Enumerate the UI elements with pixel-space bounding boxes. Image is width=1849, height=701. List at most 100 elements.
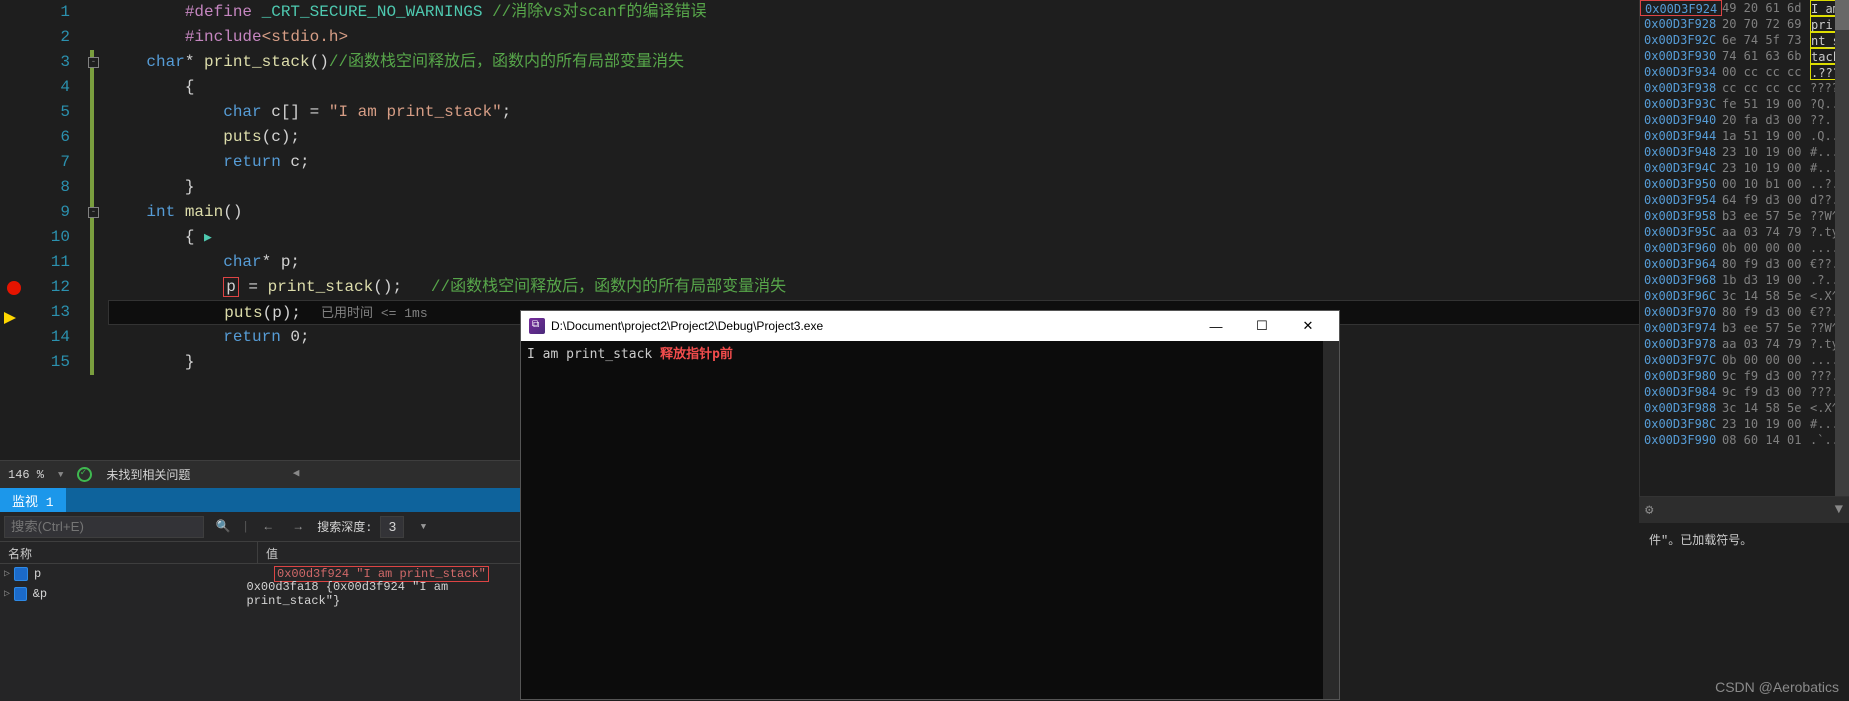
memory-row[interactable]: 0x00D3F92820 70 72 69 pri xyxy=(1640,16,1849,32)
memory-row[interactable]: 0x00D3F9600b 00 00 00.... xyxy=(1640,240,1849,256)
console-window[interactable]: D:\Document\project2\Project2\Debug\Proj… xyxy=(520,310,1340,700)
watch-tabs: 监视 1 xyxy=(0,488,520,512)
memory-row[interactable]: 0x00D3F92C6e 74 5f 73nt_s xyxy=(1640,32,1849,48)
console-titlebar[interactable]: D:\Document\project2\Project2\Debug\Proj… xyxy=(521,311,1339,341)
maximize-button[interactable]: ☐ xyxy=(1239,311,1285,341)
memory-address: 0x00D3F958 xyxy=(1640,208,1722,224)
memory-row[interactable]: 0x00D3F94C23 10 19 00#... xyxy=(1640,160,1849,176)
memory-row[interactable]: 0x00D3F958b3 ee 57 5e??W^ xyxy=(1640,208,1849,224)
memory-address: 0x00D3F960 xyxy=(1640,240,1722,256)
depth-dropdown-icon[interactable]: ▼ xyxy=(412,516,434,538)
console-scrollbar[interactable] xyxy=(1323,341,1339,699)
line-numbers: 123456789101112131415 xyxy=(28,0,88,460)
bottom-panel: 146 % ▼ 未找到相关问题 监视 1 🔍 | ← → 搜索深度: ▼ 名称 … xyxy=(0,460,520,701)
memory-address: 0x00D3F92C xyxy=(1640,32,1722,48)
memory-scroll-thumb[interactable] xyxy=(1835,0,1849,30)
panel-divider-icon[interactable]: ◀ xyxy=(286,463,306,483)
memory-row[interactable]: 0x00D3F9809c f9 d3 00???. xyxy=(1640,368,1849,384)
memory-row[interactable]: 0x00D3F95Caa 03 74 79?.ty xyxy=(1640,224,1849,240)
memory-row[interactable]: 0x00D3F93074 61 63 6btack xyxy=(1640,48,1849,64)
nav-right-icon[interactable]: → xyxy=(287,516,309,538)
memory-hex: 6e 74 5f 73 xyxy=(1722,32,1810,48)
watermark: CSDN @Aerobatics xyxy=(1715,679,1839,695)
watch-col-name[interactable]: 名称 xyxy=(0,542,258,563)
expand-icon[interactable]: ▷ xyxy=(4,568,10,580)
memory-address: 0x00D3F930 xyxy=(1640,48,1722,64)
memory-address: 0x00D3F928 xyxy=(1640,16,1722,32)
nav-left-icon[interactable]: ← xyxy=(257,516,279,538)
zoom-dropdown-icon[interactable]: ▼ xyxy=(58,470,63,480)
memory-hex: 1b d3 19 00 xyxy=(1722,272,1810,288)
output-panel: ⚙ ▼ 件"。已加载符号。 xyxy=(1639,496,1849,701)
memory-row[interactable]: 0x00D3F94020 fa d3 00 ??. xyxy=(1640,112,1849,128)
watch-toolbar: 🔍 | ← → 搜索深度: ▼ xyxy=(0,512,520,542)
expand-icon[interactable]: ▷ xyxy=(4,588,10,600)
memory-hex: cc cc cc cc xyxy=(1722,80,1810,96)
memory-row[interactable]: 0x00D3F9883c 14 58 5e<.X^ xyxy=(1640,400,1849,416)
memory-address: 0x00D3F94C xyxy=(1640,160,1722,176)
memory-row[interactable]: 0x00D3F94823 10 19 00#... xyxy=(1640,144,1849,160)
search-input[interactable] xyxy=(4,516,204,538)
memory-address: 0x00D3F95C xyxy=(1640,224,1722,240)
memory-hex: 64 f9 d3 00 xyxy=(1722,192,1810,208)
memory-hex: 9c f9 d3 00 xyxy=(1722,384,1810,400)
issues-text[interactable]: 未找到相关问题 xyxy=(106,466,190,483)
memory-hex: 23 10 19 00 xyxy=(1722,144,1810,160)
console-app-icon xyxy=(529,318,545,334)
memory-row[interactable]: 0x00D3F93Cfe 51 19 00?Q.. xyxy=(1640,96,1849,112)
watch-var-value: 0x00d3fa18 {0x00d3f924 "I am print_stack… xyxy=(247,580,516,608)
watch-tab-1[interactable]: 监视 1 xyxy=(0,488,66,512)
memory-row[interactable]: 0x00D3F96C3c 14 58 5e<.X^ xyxy=(1640,288,1849,304)
memory-hex: 23 10 19 00 xyxy=(1722,416,1810,432)
memory-row[interactable]: 0x00D3F96480 f9 d3 00€??. xyxy=(1640,256,1849,272)
memory-address: 0x00D3F978 xyxy=(1640,336,1722,352)
search-icon[interactable]: 🔍 xyxy=(212,516,234,538)
memory-row[interactable]: 0x00D3F938cc cc cc cc???? xyxy=(1640,80,1849,96)
output-toolbar: ⚙ ▼ xyxy=(1639,497,1849,523)
breakpoint-margin[interactable] xyxy=(0,0,28,460)
output-settings-icon[interactable]: ⚙ xyxy=(1645,502,1653,519)
memory-row[interactable]: 0x00D3F9849c f9 d3 00???. xyxy=(1640,384,1849,400)
memory-address: 0x00D3F984 xyxy=(1640,384,1722,400)
watch-var-name: &p xyxy=(33,587,247,601)
memory-address: 0x00D3F93C xyxy=(1640,96,1722,112)
memory-row[interactable]: 0x00D3F974b3 ee 57 5e??W^ xyxy=(1640,320,1849,336)
memory-row[interactable]: 0x00D3F978aa 03 74 79?.ty xyxy=(1640,336,1849,352)
output-text: 件"。已加载符号。 xyxy=(1639,523,1849,556)
watch-var-name: p xyxy=(34,567,274,581)
memory-hex: 74 61 63 6b xyxy=(1722,48,1810,64)
memory-address: 0x00D3F990 xyxy=(1640,432,1722,448)
memory-row[interactable]: 0x00D3F92449 20 61 6dI am xyxy=(1640,0,1849,16)
minimize-button[interactable]: — xyxy=(1193,311,1239,341)
zoom-level[interactable]: 146 % xyxy=(8,468,44,482)
memory-row[interactable]: 0x00D3F9681b d3 19 00.?.. xyxy=(1640,272,1849,288)
console-text: I am print_stack xyxy=(527,347,652,362)
console-text-highlight: 释放指针p前 xyxy=(660,347,733,362)
memory-row[interactable]: 0x00D3F9441a 51 19 00.Q.. xyxy=(1640,128,1849,144)
memory-address: 0x00D3F968 xyxy=(1640,272,1722,288)
memory-hex: 3c 14 58 5e xyxy=(1722,288,1810,304)
memory-hex: 00 cc cc cc xyxy=(1722,64,1810,80)
depth-label: 搜索深度: xyxy=(317,518,372,535)
memory-row[interactable]: 0x00D3F98C23 10 19 00#... xyxy=(1640,416,1849,432)
memory-address: 0x00D3F98C xyxy=(1640,416,1722,432)
memory-row[interactable]: 0x00D3F97C0b 00 00 00.... xyxy=(1640,352,1849,368)
memory-row[interactable]: 0x00D3F99008 60 14 01.`..` xyxy=(1640,432,1849,448)
watch-row[interactable]: ▷&p0x00d3fa18 {0x00d3f924 "I am print_st… xyxy=(0,584,520,604)
memory-row[interactable]: 0x00D3F97080 f9 d3 00€??. xyxy=(1640,304,1849,320)
depth-input[interactable] xyxy=(380,516,404,538)
output-dropdown-icon[interactable]: ▼ xyxy=(1835,502,1843,518)
memory-scrollbar[interactable] xyxy=(1835,0,1849,496)
memory-row[interactable]: 0x00D3F95000 10 b1 00..?. xyxy=(1640,176,1849,192)
memory-address: 0x00D3F948 xyxy=(1640,144,1722,160)
memory-hex: b3 ee 57 5e xyxy=(1722,208,1810,224)
memory-row[interactable]: 0x00D3F95464 f9 d3 00d??. xyxy=(1640,192,1849,208)
watch-col-value[interactable]: 值 xyxy=(258,542,520,563)
memory-hex: 1a 51 19 00 xyxy=(1722,128,1810,144)
memory-hex: aa 03 74 79 xyxy=(1722,224,1810,240)
variable-icon xyxy=(14,587,27,601)
memory-row[interactable]: 0x00D3F93400 cc cc cc.??? xyxy=(1640,64,1849,80)
close-button[interactable]: ✕ xyxy=(1285,311,1331,341)
gutter[interactable]: -- xyxy=(88,0,108,460)
memory-address: 0x00D3F938 xyxy=(1640,80,1722,96)
